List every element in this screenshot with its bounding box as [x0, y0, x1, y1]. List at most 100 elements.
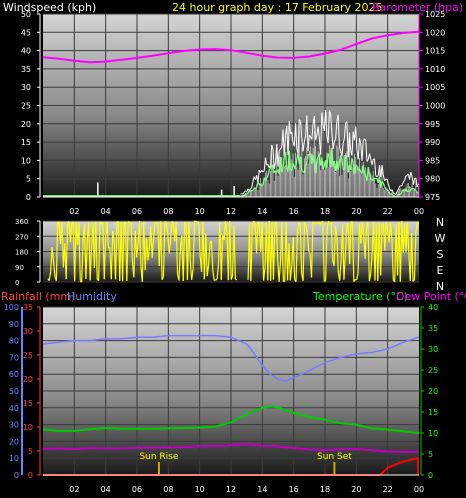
windspeed-tick-label: 10 [21, 156, 31, 165]
barometer-tick-label: 1005 [425, 83, 445, 92]
gust-mark [376, 175, 379, 178]
wind-average-mark [412, 187, 416, 190]
temp-time-tick-label: 04 [101, 485, 111, 494]
wind-average-mark [398, 193, 400, 196]
wind-time-tick-label: 18 [320, 207, 330, 216]
direction-mark [195, 220, 198, 223]
temperature-label: Temperature (°C) [312, 290, 408, 303]
wind-average-mark [391, 193, 394, 196]
windspeed-tick-label: 35 [21, 65, 31, 74]
rainfall-tick-label: 35 [23, 303, 33, 312]
wind-average-mark [241, 194, 244, 197]
windspeed-tick-label: 5 [26, 175, 31, 184]
wind-average-mark [392, 194, 395, 197]
humidity-tick-label: 80 [9, 337, 19, 346]
wind-average-mark [386, 189, 389, 192]
direction-mark [57, 221, 60, 224]
direction-tick-label: 180 [15, 249, 28, 257]
barometer-tick-label: 1000 [425, 102, 445, 111]
humidity-tick-label: 70 [9, 353, 19, 362]
wind-time-tick-label: 16 [289, 207, 299, 216]
windspeed-label: Windspeed (kph) [3, 1, 96, 14]
wind-time-tick-label: 02 [69, 207, 79, 216]
wind-time-tick-label: 00 [414, 207, 424, 216]
direction-tick-label: 0 [15, 279, 19, 287]
temperature-tick-label: 30 [428, 345, 438, 354]
temp-time-tick-label: 08 [163, 485, 173, 494]
wind-time-tick-label: 22 [383, 207, 393, 216]
wind-time-tick-label: 04 [101, 207, 111, 216]
windspeed-tick-label: 40 [21, 47, 31, 56]
humidity-axis: 0 10 20 30 40 50 60 70 80 90 100 [4, 303, 23, 480]
direction-tick-label: 360 [15, 218, 28, 226]
wind-time-tick-label: 20 [351, 207, 361, 216]
temp-time-tick-label: 20 [351, 485, 361, 494]
windspeed-axis: 0 5 10 15 20 25 30 35 40 45 50 [21, 10, 41, 202]
humidity-label: Humidity [67, 290, 117, 303]
direction-tick-label: 90 [15, 264, 24, 272]
direction-mark [235, 278, 238, 281]
barometer-tick-label: 975 [425, 193, 440, 202]
gust-mark [405, 175, 408, 177]
humidity-tick-label: 40 [9, 404, 19, 413]
humidity-tick-label: 10 [9, 454, 19, 463]
wind-average-mark [381, 181, 384, 184]
chart-title: 24 hour graph day : 17 February 2025 [172, 1, 383, 14]
wind-time-axis: 02 04 06 08 10 12 14 16 18 20 22 00 [69, 207, 424, 216]
temperature-axis: 0 5 10 15 20 25 30 35 40 [420, 303, 438, 480]
windspeed-tick-label: 15 [21, 138, 31, 147]
humidity-tick-label: 30 [9, 421, 19, 430]
wind-average-mark [255, 186, 258, 189]
wind-average-mark [250, 189, 253, 192]
temperature-tick-label: 25 [428, 366, 438, 375]
barometer-tick-label: 985 [425, 156, 440, 165]
direction-mark [171, 220, 174, 223]
rainfall-tick-label: 30 [23, 327, 33, 336]
wind-average-mark [399, 192, 402, 195]
windspeed-tick-label: 20 [21, 120, 31, 129]
temp-time-axis: 02 04 06 08 10 12 14 16 18 20 22 00 [69, 485, 424, 494]
temp-time-tick-label: 14 [257, 485, 267, 494]
rainfall-tick-label: 10 [23, 423, 33, 432]
temp-time-tick-label: 22 [383, 485, 393, 494]
wind-average-mark [414, 188, 417, 191]
barometer-tick-label: 1010 [425, 65, 445, 74]
barometer-tick-label: 1020 [425, 28, 445, 37]
temperature-tick-label: 15 [428, 408, 438, 417]
rainfall-tick-label: 0 [28, 471, 33, 480]
temp-time-tick-label: 18 [320, 485, 330, 494]
compass-letters: NWSEN [435, 216, 446, 293]
temp-time-tick-label: 02 [69, 485, 79, 494]
wind-time-tick-label: 14 [257, 207, 267, 216]
temperature-tick-label: 5 [428, 450, 433, 459]
temp-time-tick-label: 06 [132, 485, 142, 494]
temperature-tick-label: 35 [428, 324, 438, 333]
wind-time-tick-label: 08 [163, 207, 173, 216]
temp-time-tick-label: 10 [195, 485, 205, 494]
temperature-tick-label: 10 [428, 429, 438, 438]
direction-mark [215, 278, 218, 281]
temperature-tick-label: 0 [428, 471, 433, 480]
wind-time-tick-label: 06 [132, 207, 142, 216]
rainfall-axis: 0 5 10 15 20 25 30 35 [23, 303, 41, 480]
humidity-tick-label: 60 [9, 370, 19, 379]
rainfall-label: Rainfall (mm) [1, 290, 75, 303]
gust-mark [399, 185, 402, 187]
barometer-label: Barometer (hpa) [372, 1, 463, 14]
direction-mark [127, 221, 130, 224]
weather-graphs: Windspeed (kph) 24 hour graph day : 17 F… [1, 1, 466, 494]
humidity-tick-label: 50 [9, 387, 19, 396]
direction-axis: 0 90 180 270 360 [15, 218, 41, 287]
wind-average-mark [246, 192, 249, 195]
barometer-tick-label: 995 [425, 120, 440, 129]
barometer-tick-label: 990 [425, 138, 440, 147]
wind-time-tick-label: 12 [226, 207, 236, 216]
windspeed-tick-label: 30 [21, 83, 31, 92]
sun-rise-label: Sun Rise [139, 452, 178, 462]
rainfall-tick-label: 15 [23, 399, 33, 408]
humidity-tick-label: 100 [4, 303, 19, 312]
compass-letter: S [437, 248, 444, 261]
wind-average-mark [290, 169, 293, 171]
compass-letter: N [436, 216, 444, 229]
windspeed-tick-label: 45 [21, 28, 31, 37]
